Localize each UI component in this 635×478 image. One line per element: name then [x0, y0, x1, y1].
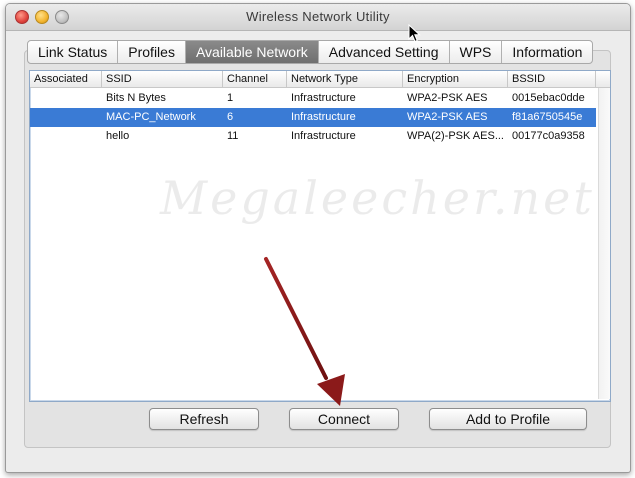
- mouse-pointer-icon: [408, 24, 421, 43]
- red-arrow-icon: [264, 257, 345, 406]
